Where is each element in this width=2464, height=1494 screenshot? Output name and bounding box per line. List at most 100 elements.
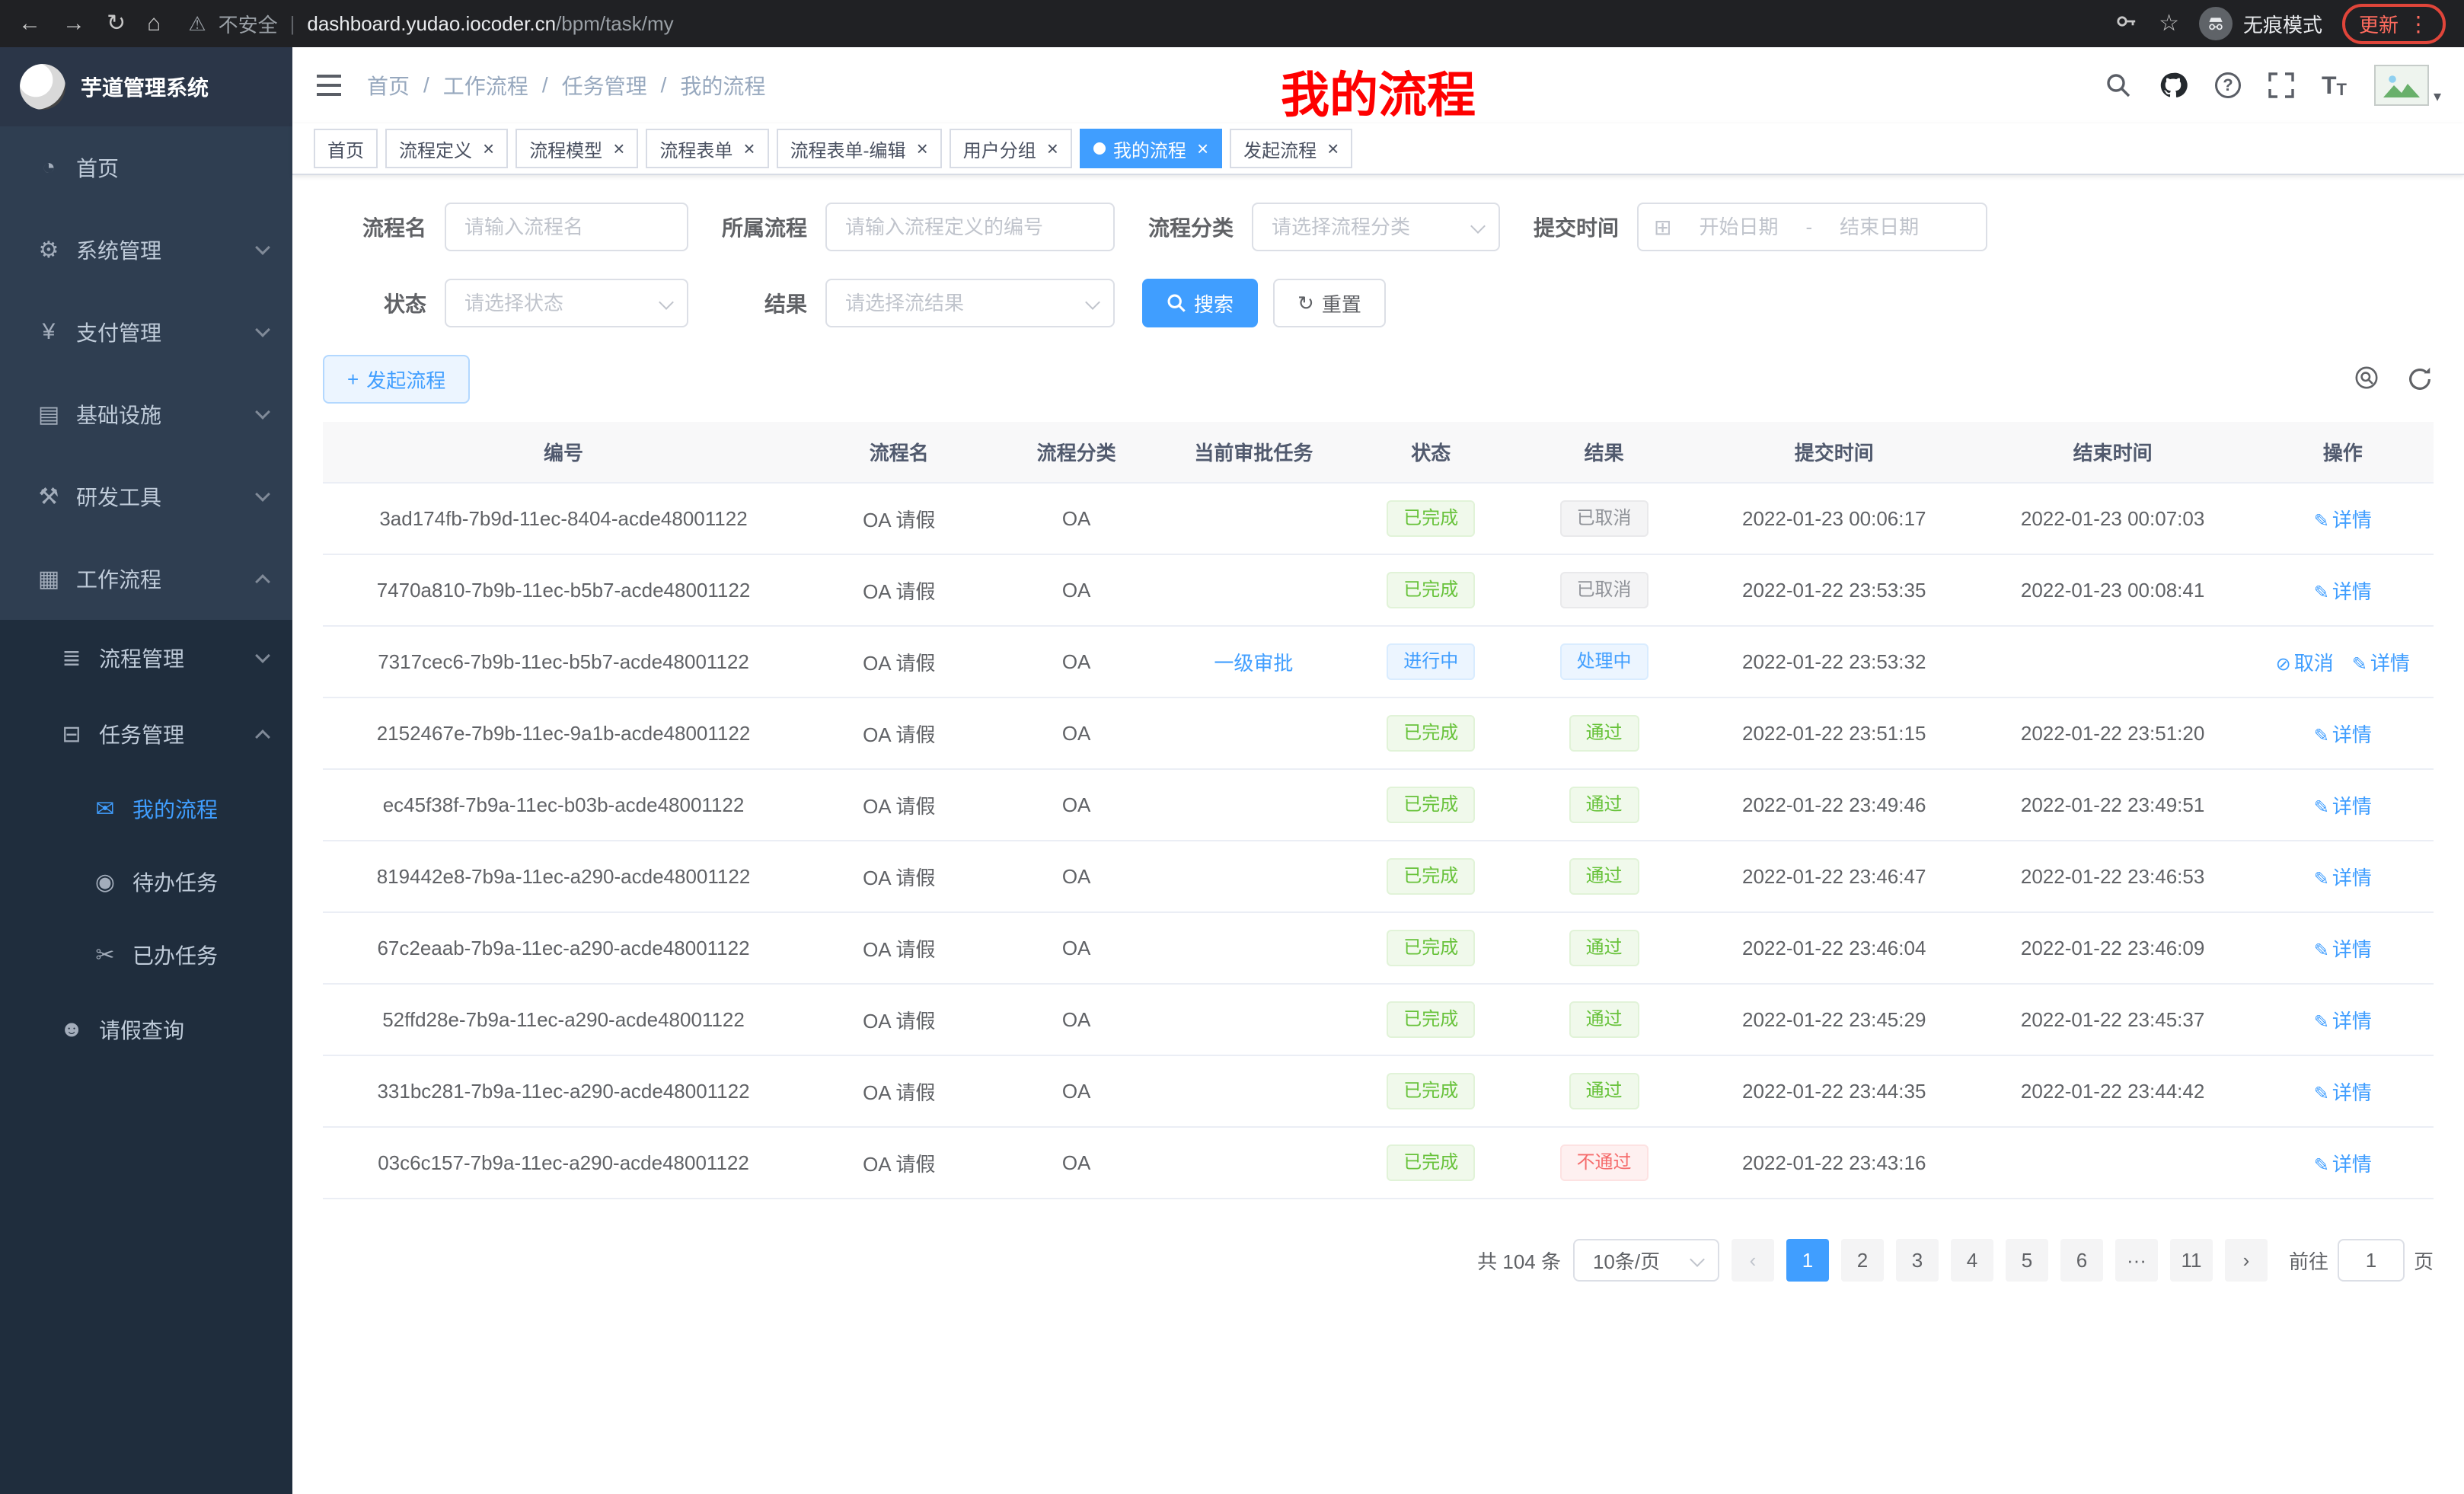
- menu-dots-icon[interactable]: ⋮: [2408, 11, 2429, 37]
- tab-user-group[interactable]: 用户分组×: [950, 129, 1072, 168]
- sidebar-item-system[interactable]: ⚙系统管理: [0, 209, 292, 291]
- forward-icon[interactable]: →: [62, 12, 85, 35]
- tab-process-form[interactable]: 流程表单×: [646, 129, 768, 168]
- tab-process-form-edit[interactable]: 流程表单-编辑 ×: [777, 129, 942, 168]
- tab-close-icon[interactable]: ×: [1197, 139, 1208, 158]
- sidebar-item-payment[interactable]: ¥支付管理: [0, 291, 292, 373]
- update-button[interactable]: 更新 ⋮: [2342, 4, 2446, 44]
- detail-link[interactable]: ✎详情: [2314, 580, 2372, 603]
- cell-category: OA: [994, 769, 1159, 841]
- home-icon[interactable]: ⌂: [147, 12, 161, 35]
- password-key-icon[interactable]: [2115, 9, 2139, 39]
- page-size-select[interactable]: [1573, 1239, 1719, 1282]
- tab-home[interactable]: 首页: [314, 129, 378, 168]
- parent-process-input[interactable]: [825, 203, 1115, 251]
- font-size-small: T: [2337, 80, 2347, 100]
- detail-link[interactable]: ✎详情: [2314, 1153, 2372, 1176]
- github-icon[interactable]: [2159, 71, 2188, 100]
- tab-my-process[interactable]: 我的流程×: [1080, 129, 1222, 168]
- sidebar-item-todo-task[interactable]: ◉待办任务: [0, 845, 292, 918]
- tab-close-icon[interactable]: ×: [1047, 139, 1058, 158]
- detail-link[interactable]: ✎详情: [2314, 938, 2372, 961]
- tab-close-icon[interactable]: ×: [1327, 139, 1339, 158]
- page-button[interactable]: 6: [2060, 1239, 2103, 1282]
- category-select-input[interactable]: [1252, 203, 1500, 251]
- status-select-input[interactable]: [445, 279, 688, 327]
- breadcrumb-item[interactable]: 首页: [367, 70, 410, 101]
- process-name-input[interactable]: [445, 203, 688, 251]
- sidebar-item-devtools[interactable]: ⚒研发工具: [0, 455, 292, 538]
- sidebar-item-done-task[interactable]: ✂已办任务: [0, 918, 292, 991]
- start-process-button[interactable]: + 发起流程: [323, 355, 470, 404]
- user-avatar[interactable]: ▾: [2374, 65, 2441, 106]
- sidebar-item-process-management[interactable]: ≣流程管理: [0, 620, 292, 696]
- detail-link[interactable]: ✎详情: [2314, 1081, 2372, 1104]
- tab-process-model[interactable]: 流程模型×: [515, 129, 638, 168]
- breadcrumb-item[interactable]: 工作流程: [443, 70, 528, 101]
- cell-end-time: 2022-01-22 23:46:09: [1974, 912, 2252, 984]
- sidebar-item-label: 已办任务: [132, 940, 218, 970]
- hamburger-icon[interactable]: [315, 73, 343, 97]
- tab-close-icon[interactable]: ×: [743, 139, 755, 158]
- security-label[interactable]: 不安全: [219, 10, 278, 38]
- refresh-table-icon[interactable]: [2406, 366, 2434, 393]
- tab-close-icon[interactable]: ×: [917, 139, 928, 158]
- sidebar-item-leave-query[interactable]: ☻请假查询: [0, 991, 292, 1068]
- page-button[interactable]: 5: [2006, 1239, 2048, 1282]
- page-button[interactable]: 4: [1951, 1239, 1993, 1282]
- breadcrumb-item[interactable]: 任务管理: [562, 70, 647, 101]
- submit-time-range[interactable]: ⊞ -: [1637, 203, 1987, 251]
- detail-link[interactable]: ✎详情: [2314, 723, 2372, 746]
- search-button[interactable]: 搜索: [1142, 279, 1258, 327]
- result-select[interactable]: [825, 279, 1115, 327]
- breadcrumb-separator: /: [661, 73, 667, 97]
- reset-button[interactable]: ↻ 重置: [1273, 279, 1386, 327]
- sidebar-item-task-management[interactable]: ⊟任务管理: [0, 696, 292, 772]
- tab-close-icon[interactable]: ×: [483, 139, 494, 158]
- detail-link[interactable]: ✎详情: [2314, 867, 2372, 889]
- search-icon[interactable]: [2105, 72, 2131, 98]
- app-logo[interactable]: 芋道管理系统: [0, 47, 292, 126]
- result-select-input[interactable]: [825, 279, 1115, 327]
- status-select[interactable]: [445, 279, 688, 327]
- help-icon[interactable]: ?: [2215, 72, 2241, 98]
- tab-process-definition[interactable]: 流程定义×: [385, 129, 508, 168]
- page-button[interactable]: 11: [2170, 1239, 2213, 1282]
- cancel-link[interactable]: ⊘取消: [2276, 652, 2334, 675]
- detail-link[interactable]: ✎详情: [2352, 652, 2410, 675]
- filter-row-2: 状态 结果 搜索 ↻ 重: [323, 279, 2434, 327]
- next-page-button[interactable]: ›: [2225, 1239, 2268, 1282]
- tab-close-icon[interactable]: ×: [613, 139, 624, 158]
- edit-icon: ✎: [2314, 869, 2329, 889]
- page-button[interactable]: 2: [1841, 1239, 1884, 1282]
- page-button[interactable]: 3: [1896, 1239, 1939, 1282]
- more-pages-button[interactable]: ···: [2115, 1239, 2158, 1282]
- goto-page-input[interactable]: [2338, 1239, 2405, 1282]
- category-select[interactable]: [1252, 203, 1500, 251]
- font-size-icon[interactable]: TT: [2322, 72, 2347, 100]
- detail-link[interactable]: ✎详情: [2314, 1010, 2372, 1033]
- page-size-input[interactable]: [1573, 1239, 1719, 1282]
- cell-category: OA: [994, 841, 1159, 912]
- tab-label: 流程表单-编辑: [790, 136, 906, 162]
- sidebar-item-my-process[interactable]: ✉我的流程: [0, 772, 292, 845]
- end-date-input[interactable]: [1821, 215, 1937, 239]
- url-text[interactable]: dashboard.yudao.iocoder.cn/bpm/task/my: [307, 12, 673, 36]
- address-bar[interactable]: ⚠ 不安全 | dashboard.yudao.iocoder.cn/bpm/t…: [188, 10, 2093, 38]
- start-date-input[interactable]: [1680, 215, 1796, 239]
- back-icon[interactable]: ←: [18, 12, 41, 35]
- bookmark-star-icon[interactable]: ☆: [2159, 12, 2179, 35]
- page-button[interactable]: 1: [1786, 1239, 1829, 1282]
- detail-link[interactable]: ✎详情: [2314, 509, 2372, 532]
- cell-category: OA: [994, 483, 1159, 554]
- reload-icon[interactable]: ↻: [107, 12, 126, 35]
- tab-start-process[interactable]: 发起流程×: [1230, 129, 1352, 168]
- fullscreen-icon[interactable]: [2268, 72, 2294, 98]
- current-task-link[interactable]: 一级审批: [1214, 652, 1293, 675]
- sidebar-item-home[interactable]: ◔首页: [0, 126, 292, 209]
- sidebar-item-workflow[interactable]: ▦工作流程: [0, 538, 292, 620]
- toggle-search-icon[interactable]: [2354, 366, 2382, 393]
- detail-link[interactable]: ✎详情: [2314, 795, 2372, 818]
- prev-page-button[interactable]: ‹: [1732, 1239, 1774, 1282]
- sidebar-item-infrastructure[interactable]: ▤基础设施: [0, 373, 292, 455]
